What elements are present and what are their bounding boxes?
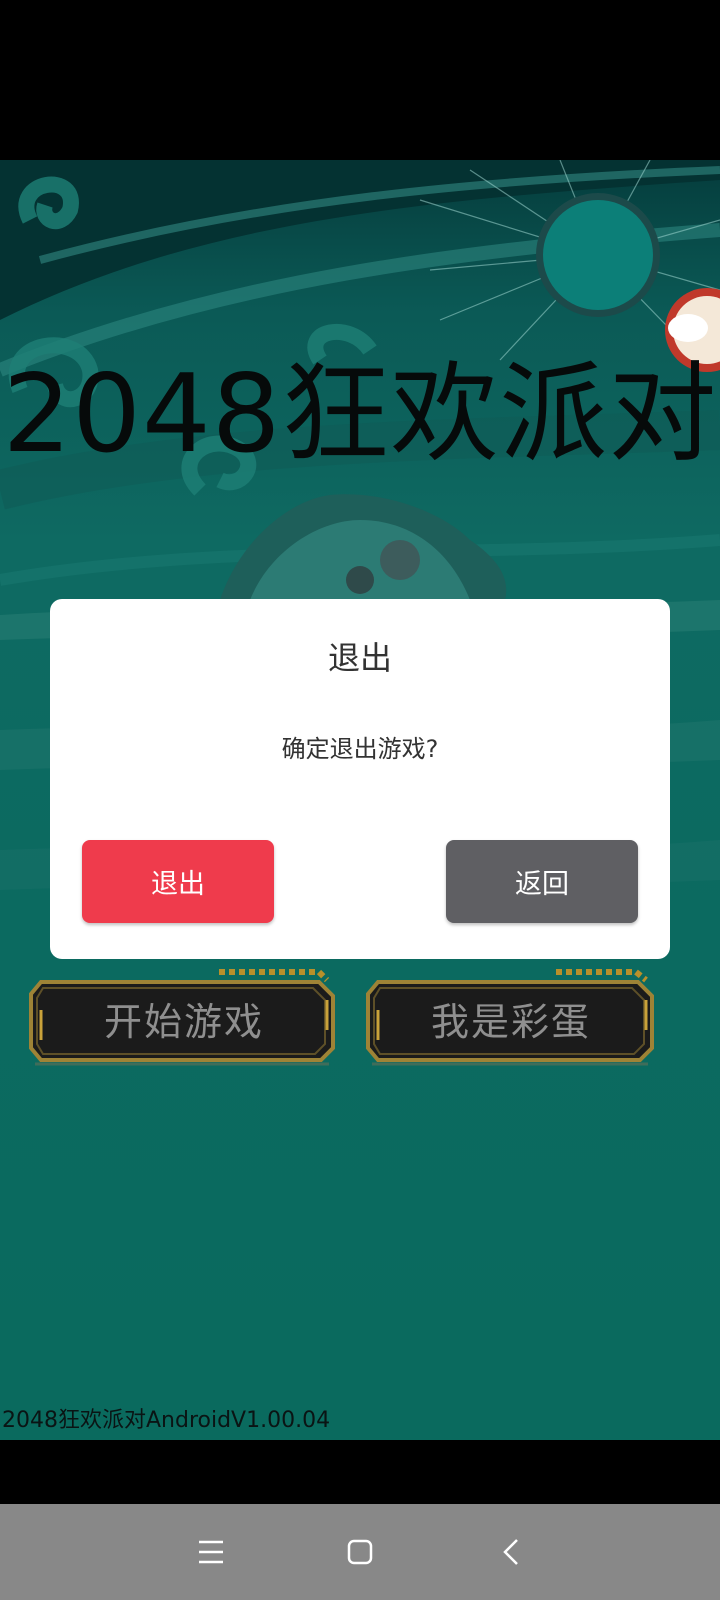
menu-icon[interactable] [191, 1532, 231, 1572]
top-black-bar [0, 0, 720, 160]
dialog-message: 确定退出游戏? [281, 735, 439, 763]
dialog-title: 退出 [327, 639, 392, 677]
exit-dialog: 退出 确定退出游戏? 退出 返回 [50, 599, 670, 959]
home-icon[interactable] [340, 1532, 380, 1572]
navigation-bar [0, 1504, 720, 1600]
back-icon[interactable] [493, 1532, 533, 1572]
back-button[interactable]: 返回 [446, 840, 638, 923]
exit-button[interactable]: 退出 [82, 840, 274, 923]
bottom-black-bar [0, 1440, 720, 1504]
game-screen: 2048狂欢派对 开始游戏 我是彩蛋 2048狂欢派对AndroidV1.00.… [0, 160, 720, 1440]
